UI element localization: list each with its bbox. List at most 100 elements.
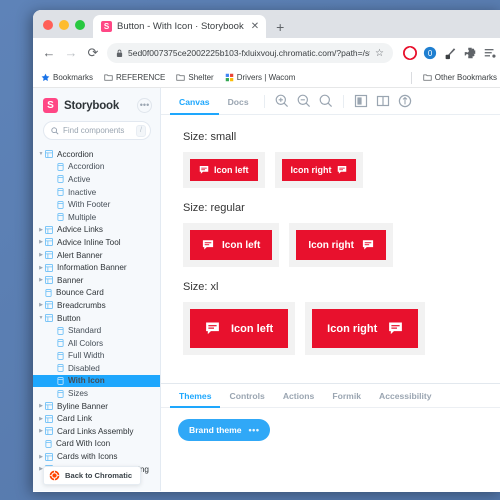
puzzle-extension-icon[interactable] bbox=[463, 46, 477, 60]
bookmark-label: Shelter bbox=[188, 73, 214, 82]
chevron-right-icon[interactable]: ▶ bbox=[37, 403, 45, 409]
reload-button[interactable]: ⟳ bbox=[85, 45, 101, 61]
close-tab-icon[interactable]: ✕ bbox=[249, 21, 259, 32]
story-icon bbox=[57, 163, 64, 171]
brand-theme-menu-icon[interactable]: ••• bbox=[249, 425, 260, 435]
addon-tab-themes[interactable]: Themes bbox=[170, 384, 221, 408]
button-container: Icon left bbox=[183, 152, 265, 188]
story-button-icon-left[interactable]: Icon left bbox=[190, 309, 289, 348]
back-to-chromatic-button[interactable]: Back to Chromatic bbox=[43, 466, 142, 485]
comment-icon bbox=[202, 239, 214, 251]
chevron-right-icon[interactable]: ▶ bbox=[37, 454, 45, 460]
measure-icon[interactable] bbox=[397, 93, 413, 109]
tab-docs[interactable]: Docs bbox=[219, 88, 258, 115]
addon-tab-controls[interactable]: Controls bbox=[220, 384, 273, 408]
close-window-button[interactable] bbox=[43, 20, 53, 30]
zoom-reset-icon[interactable] bbox=[318, 93, 334, 109]
folder-icon bbox=[104, 74, 113, 81]
sidebar-item-disabled[interactable]: Disabled bbox=[33, 362, 160, 375]
forward-button[interactable]: → bbox=[63, 45, 79, 61]
sidebar-item-alert-banner[interactable]: ▶ Alert Banner bbox=[33, 249, 160, 262]
chevron-right-icon[interactable]: ▶ bbox=[37, 302, 45, 308]
minimize-window-button[interactable] bbox=[59, 20, 69, 30]
chevron-down-icon[interactable]: ▼ bbox=[37, 315, 45, 321]
sidebar-item-card-with-icon[interactable]: Card With Icon bbox=[33, 438, 160, 451]
sidebar-item-standard[interactable]: Standard bbox=[33, 324, 160, 337]
sidebar-item-full-width[interactable]: Full Width bbox=[33, 350, 160, 363]
sidebar-item-card-link[interactable]: ▶ Card Link bbox=[33, 412, 160, 425]
browser-window: S Button - With Icon · Storybook ✕ + ← →… bbox=[33, 10, 500, 492]
sidebar-item-information-banner[interactable]: ▶ Information Banner bbox=[33, 261, 160, 274]
new-tab-button[interactable]: + bbox=[266, 20, 292, 38]
sidebar-item-breadcrumbs[interactable]: ▶ Breadcrumbs bbox=[33, 299, 160, 312]
adblock-icon[interactable]: 0 bbox=[423, 46, 437, 60]
tab-canvas[interactable]: Canvas bbox=[170, 88, 219, 115]
story-button-icon-right[interactable]: Icon right bbox=[296, 230, 386, 260]
sidebar-item-all-colors[interactable]: All Colors bbox=[33, 337, 160, 350]
bookmark-item[interactable]: Bookmarks bbox=[41, 73, 93, 82]
sidebar-item-label: Accordion bbox=[57, 149, 94, 159]
chevron-right-icon[interactable]: ▶ bbox=[37, 239, 45, 245]
chevron-right-icon[interactable]: ▶ bbox=[37, 265, 45, 271]
sidebar-item-label: Button bbox=[57, 313, 81, 323]
chevron-right-icon[interactable]: ▶ bbox=[37, 227, 45, 233]
sidebar-item-inactive[interactable]: Inactive bbox=[33, 186, 160, 199]
bookmark-star-icon[interactable]: ☆ bbox=[375, 48, 384, 59]
sidebar-item-byline-banner[interactable]: ▶ Byline Banner bbox=[33, 400, 160, 413]
story-button-icon-right[interactable]: Icon right bbox=[281, 159, 356, 181]
button-row: Icon left Icon right bbox=[183, 223, 500, 267]
story-icon bbox=[45, 288, 52, 297]
bookmark-item[interactable]: Shelter bbox=[176, 73, 214, 82]
sidebar-item-with-icon[interactable]: With Icon bbox=[33, 374, 160, 388]
sidebar-item-card-links-assembly[interactable]: ▶ Card Links Assembly bbox=[33, 425, 160, 438]
browser-tab[interactable]: S Button - With Icon · Storybook ✕ bbox=[93, 15, 267, 38]
url-text: 5ed0f007375ce2002225b103-fxluixvouj.chro… bbox=[128, 48, 371, 58]
zoom-in-icon[interactable] bbox=[274, 93, 290, 109]
background-icon[interactable] bbox=[353, 93, 369, 109]
sidebar-item-advice-links[interactable]: ▶ Advice Links bbox=[33, 224, 160, 237]
chevron-right-icon[interactable]: ▶ bbox=[37, 416, 45, 422]
sidebar-item-advice-inline-tool[interactable]: ▶ Advice Inline Tool bbox=[33, 236, 160, 249]
sidebar-item-cards-with-icons[interactable]: ▶ Cards with Icons bbox=[33, 450, 160, 463]
sidebar-item-sizes[interactable]: Sizes bbox=[33, 387, 160, 400]
chevron-right-icon[interactable]: ▶ bbox=[37, 428, 45, 434]
story-button-icon-right[interactable]: Icon right bbox=[312, 309, 419, 348]
sidebar-item-active[interactable]: Active bbox=[33, 173, 160, 186]
main-panel: Canvas Docs Size: small Icon left Icon r… bbox=[161, 88, 500, 491]
chevron-right-icon[interactable]: ▶ bbox=[37, 277, 45, 283]
brand-theme-button[interactable]: Brand theme ••• bbox=[178, 419, 271, 441]
story-button-icon-left[interactable]: Icon left bbox=[190, 230, 273, 260]
other-bookmarks[interactable]: Other Bookmarks bbox=[423, 73, 497, 82]
story-button-icon-left[interactable]: Icon left bbox=[190, 159, 258, 181]
addon-tab-formik[interactable]: Formik bbox=[323, 384, 370, 408]
button-container: Icon right bbox=[305, 302, 426, 355]
chevron-down-icon[interactable]: ▼ bbox=[37, 151, 45, 157]
sidebar-item-bounce-card[interactable]: Bounce Card bbox=[33, 287, 160, 300]
addon-tab-actions[interactable]: Actions bbox=[274, 384, 324, 408]
colorpicker-icon[interactable] bbox=[443, 46, 457, 60]
sidebar-item-accordion[interactable]: Accordion bbox=[33, 161, 160, 174]
button-container: Icon left bbox=[183, 302, 296, 355]
address-bar[interactable]: 5ed0f007375ce2002225b103-fxluixvouj.chro… bbox=[107, 43, 393, 63]
sidebar-menu-button[interactable]: ••• bbox=[137, 98, 152, 113]
bookmark-item[interactable]: REFERENCE bbox=[104, 73, 165, 82]
zoom-out-icon[interactable] bbox=[296, 93, 312, 109]
grid-icon[interactable] bbox=[375, 93, 391, 109]
component-group-icon bbox=[45, 263, 53, 272]
comment-icon bbox=[362, 239, 374, 251]
menu-list-icon[interactable] bbox=[483, 46, 497, 60]
sidebar-item-accordion[interactable]: ▼ Accordion bbox=[33, 148, 160, 161]
chevron-right-icon[interactable]: ▶ bbox=[37, 252, 45, 258]
sidebar-item-label: Card With Icon bbox=[56, 439, 111, 449]
search-input[interactable]: Find components / bbox=[43, 121, 151, 140]
maximize-window-button[interactable] bbox=[75, 20, 85, 30]
opera-icon[interactable] bbox=[403, 46, 417, 60]
bookmark-item[interactable]: Drivers | Wacom bbox=[225, 73, 295, 82]
sidebar-item-button[interactable]: ▼ Button bbox=[33, 312, 160, 325]
sidebar-item-multiple[interactable]: Multiple bbox=[33, 211, 160, 224]
addons-panel: Themes Controls Actions Formik Accessibility… bbox=[161, 383, 500, 491]
addon-tab-accessibility[interactable]: Accessibility bbox=[370, 384, 441, 408]
sidebar-item-with-footer[interactable]: With Footer bbox=[33, 198, 160, 211]
back-button[interactable]: ← bbox=[41, 45, 57, 61]
sidebar-item-banner[interactable]: ▶ Banner bbox=[33, 274, 160, 287]
